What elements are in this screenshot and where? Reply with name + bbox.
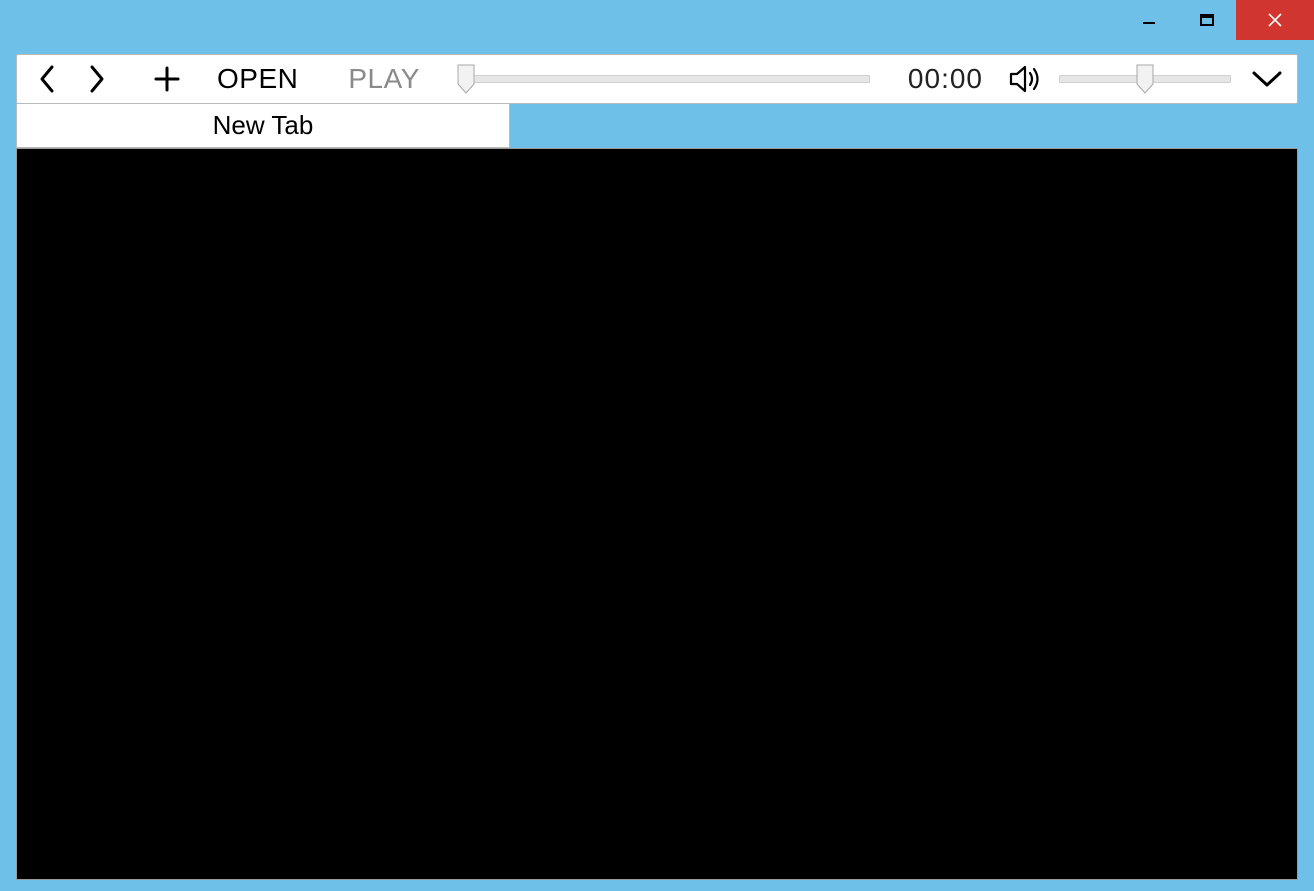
add-tab-button[interactable] — [145, 57, 189, 101]
chevron-down-icon — [1250, 69, 1284, 89]
progress-slider[interactable] — [458, 64, 870, 94]
minimize-icon — [1141, 12, 1157, 28]
tab-label: New Tab — [213, 110, 314, 141]
close-icon — [1266, 11, 1284, 29]
forward-button[interactable] — [75, 57, 119, 101]
chevron-left-icon — [35, 64, 59, 94]
dropdown-button[interactable] — [1245, 57, 1289, 101]
volume-slider[interactable] — [1059, 64, 1231, 94]
play-button[interactable]: PLAY — [326, 63, 442, 95]
maximize-icon — [1199, 12, 1215, 28]
volume-thumb[interactable] — [1136, 64, 1154, 94]
toolbar: OPEN PLAY 00:00 — [16, 54, 1298, 104]
back-button[interactable] — [25, 57, 69, 101]
window-titlebar — [0, 0, 1314, 40]
time-display: 00:00 — [894, 63, 997, 95]
plus-icon — [152, 64, 182, 94]
progress-thumb[interactable] — [457, 64, 475, 94]
tab-new-tab[interactable]: New Tab — [16, 104, 510, 148]
speaker-button[interactable] — [1003, 57, 1047, 101]
speaker-icon — [1007, 63, 1043, 95]
tab-strip: New Tab — [16, 104, 1298, 148]
minimize-button[interactable] — [1120, 0, 1178, 40]
close-button[interactable] — [1236, 0, 1314, 40]
chevron-right-icon — [85, 64, 109, 94]
progress-track — [458, 75, 870, 83]
content-area — [16, 148, 1298, 880]
open-button[interactable]: OPEN — [195, 63, 320, 95]
maximize-button[interactable] — [1178, 0, 1236, 40]
